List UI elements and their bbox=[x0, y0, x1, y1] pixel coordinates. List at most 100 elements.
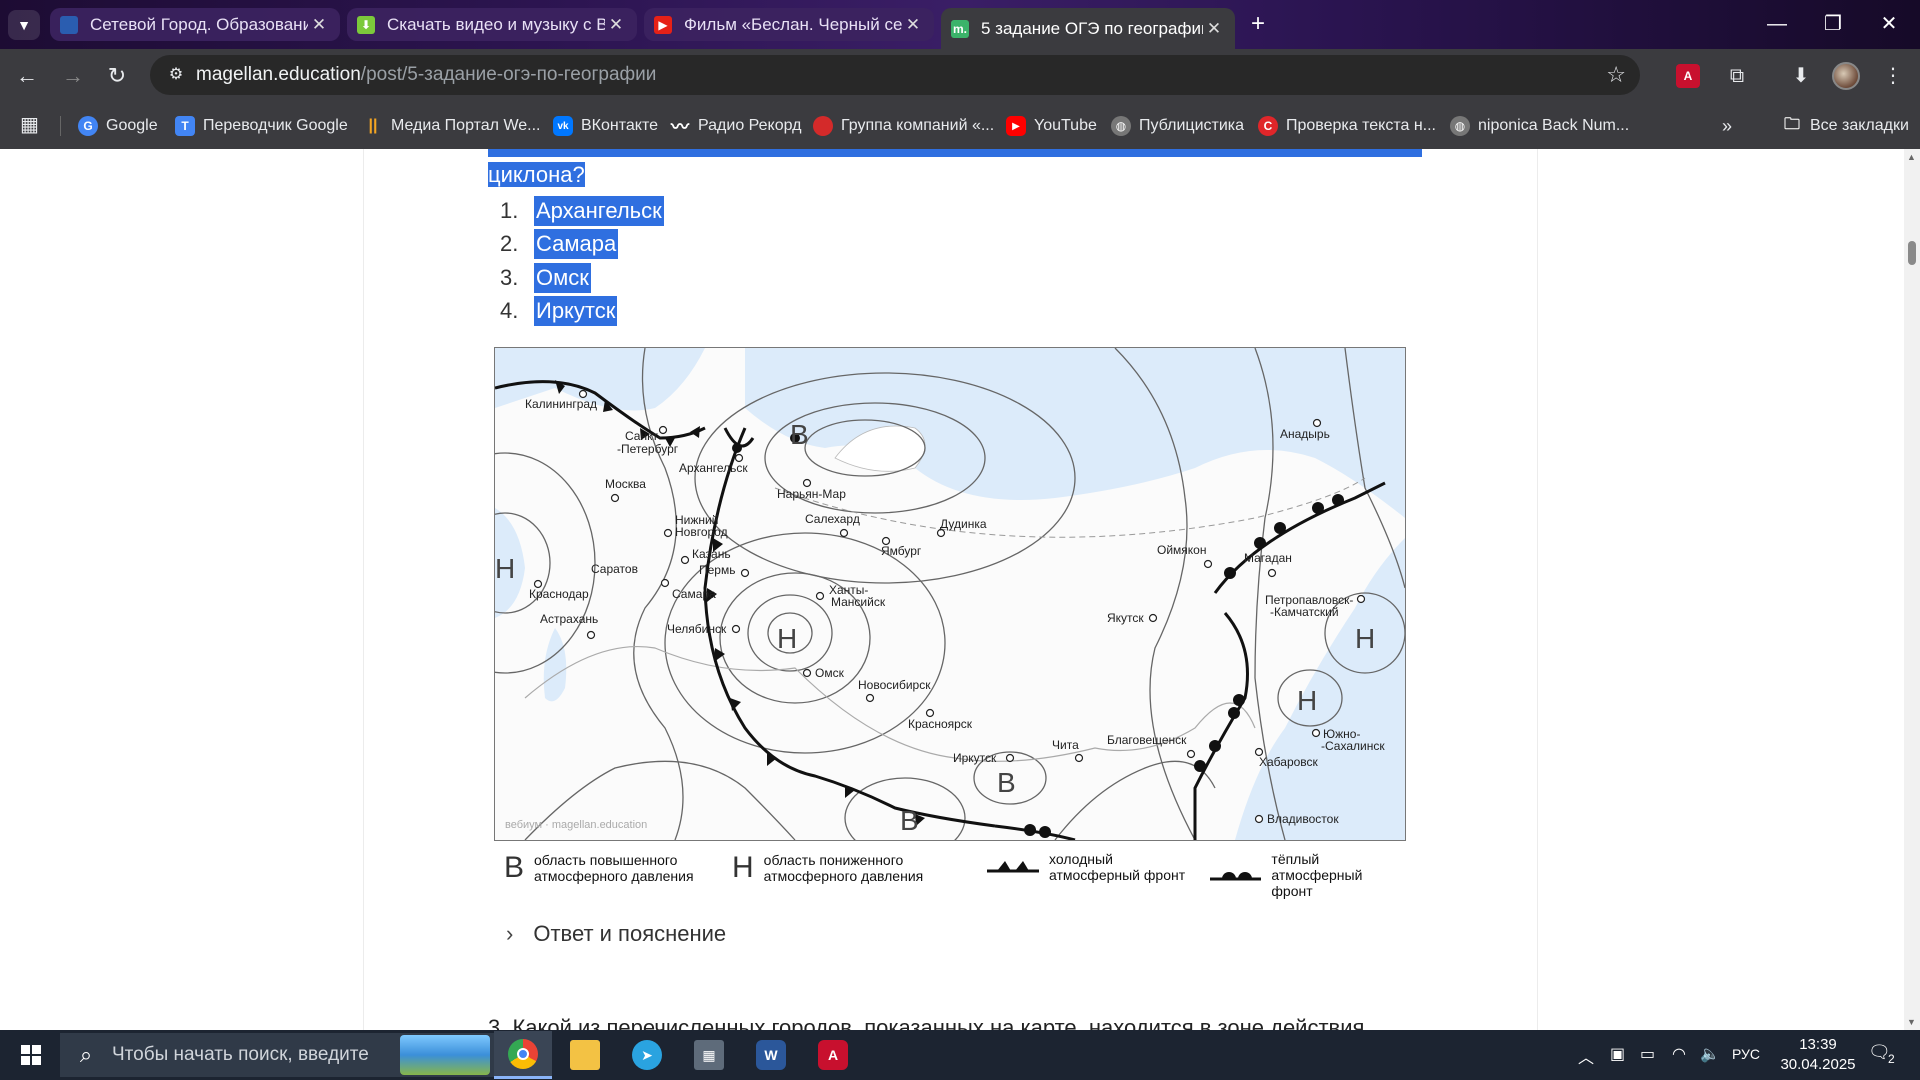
downloads-icon[interactable]: ⬇ bbox=[1786, 61, 1816, 91]
meet-now-icon[interactable]: ▣ bbox=[1610, 1044, 1625, 1064]
language-indicator[interactable]: РУС bbox=[1732, 1046, 1760, 1062]
bookmark-star-icon[interactable]: ☆ bbox=[1606, 62, 1626, 88]
city-label: Краснодар bbox=[529, 587, 589, 601]
city-label: Благовещенск bbox=[1107, 733, 1187, 747]
telegram-icon: ➤ bbox=[632, 1040, 662, 1070]
search-highlight-image bbox=[400, 1035, 490, 1075]
bookmark-group-companies[interactable]: Группа компаний «... bbox=[813, 114, 994, 138]
magellan-favicon-icon: m. bbox=[951, 19, 969, 38]
city-label: -Сахалинск bbox=[1321, 739, 1385, 753]
close-icon[interactable]: ✕ bbox=[605, 15, 627, 35]
taskbar-telegram[interactable]: ➤ bbox=[618, 1031, 676, 1079]
new-tab-button[interactable]: + bbox=[1243, 10, 1273, 40]
taskbar-clock[interactable]: 13:39 30.04.2025 bbox=[1768, 1035, 1868, 1075]
map-legend: В область повышенного атмосферного давле… bbox=[494, 851, 1406, 899]
bookmark-niponica[interactable]: ◍ niponica Back Num... bbox=[1450, 114, 1629, 138]
option-item: 2. Самара bbox=[500, 228, 664, 262]
taskbar-word[interactable]: W bbox=[742, 1031, 800, 1079]
windows-start-icon[interactable] bbox=[10, 1040, 52, 1070]
city-label: Дудинка bbox=[940, 517, 987, 531]
forward-button[interactable]: → bbox=[56, 59, 90, 93]
extensions-puzzle-icon[interactable]: ⧉ bbox=[1722, 61, 1752, 91]
wifi-icon[interactable]: ◠ bbox=[1672, 1044, 1686, 1064]
globe-icon: ◍ bbox=[1111, 116, 1131, 136]
next-question-text: 3. Какой из перечисленных городов, показ… bbox=[488, 1015, 1365, 1030]
calculator-icon: ▦ bbox=[694, 1040, 724, 1070]
pacific-ocean bbox=[1235, 538, 1405, 840]
warm-front-icon bbox=[1210, 872, 1262, 881]
selected-text-previous-line bbox=[488, 149, 1422, 157]
tab-title: Скачать видео и музыку с ВК ( bbox=[387, 14, 605, 34]
restore-button[interactable]: ❐ bbox=[1808, 8, 1858, 40]
chrome-icon bbox=[508, 1038, 538, 1069]
notifications-button[interactable]: 🗨 2 bbox=[1868, 1042, 1902, 1070]
reload-button[interactable]: ↻ bbox=[100, 59, 134, 93]
city-label: Оймякон bbox=[1157, 543, 1206, 557]
scroll-up-arrow-icon[interactable]: ▲ bbox=[1907, 152, 1916, 162]
legend-text: область повышенного атмосферного давлени… bbox=[534, 852, 694, 884]
address-bar[interactable]: ⚙ magellan.education/post/5-задание-огэ-… bbox=[150, 55, 1640, 95]
bookmark-translate[interactable]: Т Переводчик Google bbox=[175, 114, 348, 138]
city-label: Салехард bbox=[805, 512, 860, 526]
folder-icon bbox=[570, 1040, 600, 1070]
bookmark-publicistika[interactable]: ◍ Публицистика bbox=[1111, 114, 1244, 138]
site-info-icon[interactable]: ⚙ bbox=[164, 63, 188, 87]
city-label: Новгород bbox=[675, 525, 728, 539]
back-button[interactable]: ← bbox=[10, 59, 44, 93]
browser-toolbar: ← → ↻ ⚙ magellan.education/post/5-задани… bbox=[0, 49, 1920, 102]
netcity-favicon-icon bbox=[60, 15, 78, 34]
group-companies-icon bbox=[813, 116, 833, 136]
windows-taskbar: ⌕ Чтобы начать поиск, введите ➤ ▦ W A ︿ … bbox=[0, 1030, 1920, 1080]
bookmarks-bar: ▦ G Google Т Переводчик Google || Медиа Пор… bbox=[0, 102, 1920, 149]
battery-icon[interactable]: ▭ bbox=[1640, 1044, 1655, 1064]
bookmark-radio-record[interactable]: 〰 Радио Рекорд bbox=[670, 114, 801, 138]
close-icon[interactable]: ✕ bbox=[308, 15, 330, 35]
city-label: Ямбург bbox=[881, 544, 922, 558]
profile-avatar[interactable] bbox=[1832, 62, 1860, 90]
taskbar-acrobat[interactable]: A bbox=[804, 1031, 862, 1079]
close-window-button[interactable]: ✕ bbox=[1864, 8, 1914, 40]
tab-magellan-active[interactable]: m. 5 задание ОГЭ по географии ✕ bbox=[941, 8, 1235, 49]
close-icon[interactable]: ✕ bbox=[902, 15, 924, 35]
tab-film-beslan[interactable]: ▶ Фильм «Беслан. Черный сентя ✕ bbox=[644, 8, 934, 41]
page-content: циклона? 1. Архангельск 2. Самара 3. Омск 4… bbox=[0, 149, 1920, 1030]
scroll-down-arrow-icon[interactable]: ▼ bbox=[1907, 1017, 1916, 1027]
minimize-button[interactable]: — bbox=[1752, 8, 1802, 40]
low-pressure-symbol: Н bbox=[495, 553, 515, 584]
bookmark-text-check[interactable]: C Проверка текста н... bbox=[1258, 114, 1436, 138]
high-pressure-symbol: В bbox=[997, 767, 1016, 798]
tab-search-menu-button[interactable]: ▼ bbox=[8, 10, 40, 40]
pdf-extension-icon[interactable]: A bbox=[1676, 64, 1700, 88]
page-scrollbar[interactable]: ▲ ▼ bbox=[1904, 149, 1920, 1030]
show-hidden-icons-chevron-icon[interactable]: ︿ bbox=[1578, 1044, 1594, 1068]
taskbar-calculator[interactable]: ▦ bbox=[680, 1031, 738, 1079]
youtube-icon: ▶ bbox=[1006, 116, 1026, 136]
tab-netcity[interactable]: Сетевой Город. Образование. ✕ bbox=[50, 8, 340, 41]
answer-explanation-toggle[interactable]: › Ответ и пояснение bbox=[506, 921, 726, 947]
search-placeholder: Чтобы начать поиск, введите bbox=[112, 1044, 369, 1065]
close-icon[interactable]: ✕ bbox=[1203, 19, 1225, 39]
apps-grid-icon[interactable]: ▦ bbox=[20, 114, 42, 136]
tab-vk-download[interactable]: ⬇ Скачать видео и музыку с ВК ( ✕ bbox=[347, 8, 637, 41]
url-text[interactable]: magellan.education/post/5-задание-огэ-по… bbox=[196, 64, 656, 86]
bookmark-google[interactable]: G Google bbox=[78, 114, 158, 138]
legend-symbol: В bbox=[504, 851, 525, 884]
bookmark-media-portal[interactable]: || Медиа Портал We... bbox=[363, 114, 541, 138]
scrollbar-thumb[interactable] bbox=[1908, 241, 1916, 265]
more-bookmarks-chevron-icon[interactable]: » bbox=[1722, 114, 1732, 138]
city-label: Владивосток bbox=[1267, 812, 1339, 826]
legend-symbol: Н bbox=[732, 851, 754, 884]
all-bookmarks-folder[interactable]: 🗀 Все закладки bbox=[1782, 114, 1909, 138]
legend-warm-front: тёплый атмосферный фронт bbox=[1210, 851, 1406, 899]
city-label: Архангельск bbox=[679, 461, 748, 475]
city-label: Якутск bbox=[1107, 611, 1144, 625]
taskbar-search-box[interactable]: ⌕ Чтобы начать поиск, введите bbox=[60, 1033, 494, 1077]
option-item: 3. Омск bbox=[500, 261, 664, 295]
bookmark-vk[interactable]: vk ВКонтакте bbox=[553, 114, 658, 138]
taskbar-chrome[interactable] bbox=[494, 1031, 552, 1079]
city-label: Астрахань bbox=[540, 612, 598, 626]
taskbar-file-explorer[interactable] bbox=[556, 1031, 614, 1079]
bookmark-youtube[interactable]: ▶ YouTube bbox=[1006, 114, 1097, 138]
volume-icon[interactable]: 🔈 bbox=[1700, 1044, 1720, 1064]
menu-kebab-icon[interactable]: ⋮ bbox=[1878, 61, 1908, 91]
